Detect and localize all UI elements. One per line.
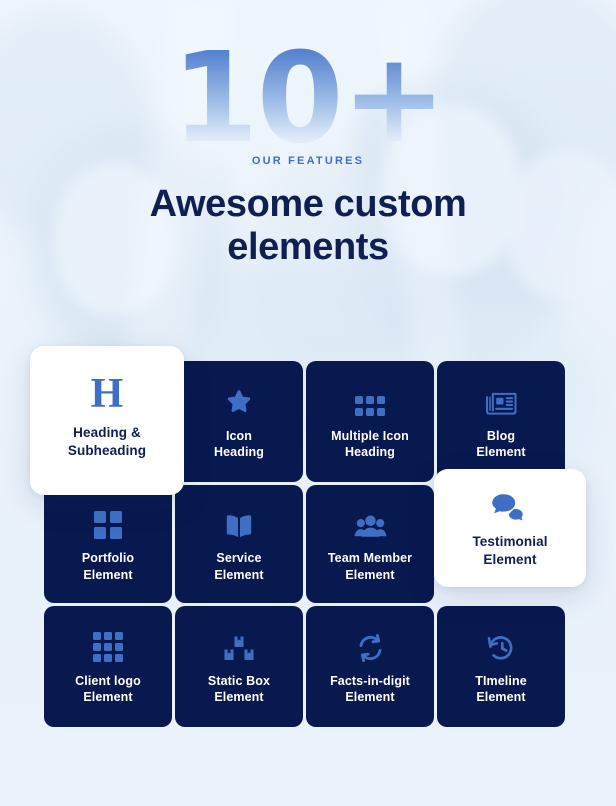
feature-card-label-line-2: Element	[483, 552, 537, 567]
clock-history-icon	[487, 628, 515, 662]
feature-card-facts-in-digit-element[interactable]: Facts-in-digit Element	[306, 606, 434, 727]
feature-card-service-element[interactable]: Service Element	[175, 485, 303, 603]
feature-card-multiple-icon-heading[interactable]: Multiple Icon Heading	[306, 361, 434, 482]
feature-card-row: Portfolio Element Service Element Team M…	[44, 469, 586, 603]
open-book-icon	[225, 505, 253, 539]
feature-card-label-line-2: Heading	[344, 445, 395, 459]
feature-card-label: Service Element	[208, 550, 269, 583]
feature-card-blog-element[interactable]: Blog Element	[437, 361, 565, 482]
feature-card-label: Portfolio Element	[76, 550, 140, 583]
feature-card-timeline-element[interactable]: TImeline Element	[437, 606, 565, 727]
feature-card-static-box-element[interactable]: Static Box Element	[175, 606, 303, 727]
page-title-line-2: elements	[227, 225, 389, 268]
people-group-icon	[354, 505, 387, 539]
feature-card-label: Blog Element	[470, 428, 531, 461]
section-eyebrow-label: OUR FEATURES	[251, 155, 365, 167]
feature-card-client-logo-element[interactable]: Client logo Element	[44, 606, 172, 727]
serif-h-letter-icon: H	[90, 371, 124, 418]
feature-card-label-line-2: Element	[214, 567, 264, 582]
feature-card-label-line-1: Blog	[486, 428, 516, 443]
feature-card-label-line-1: Facts-in-digit	[330, 673, 410, 688]
feature-card-label: Facts-in-digit Element	[324, 673, 416, 706]
page-title-line-1: Awesome custom	[149, 183, 467, 225]
feature-card-label-line-2: Element	[345, 690, 395, 704]
feature-card-label-line-1: Service	[216, 551, 262, 565]
feature-card-label-line-2: Element	[476, 690, 526, 704]
feature-card-label-line-2: Element	[83, 567, 133, 582]
feature-card-label: Heading & Subheading	[62, 424, 152, 460]
feature-card-label-line-2: Element	[476, 445, 526, 459]
feature-card-label-line-1: Icon	[225, 428, 253, 443]
feature-card-testimonial-element[interactable]: Testimonial Element	[434, 469, 586, 587]
newspaper-icon	[485, 383, 518, 417]
grid-2x2-icon	[94, 505, 122, 539]
feature-card-label-line-1: Multiple Icon	[331, 428, 409, 443]
feature-card-label: Client logo Element	[69, 673, 147, 706]
feature-card-grid: H Heading & Subheading Icon Heading Mult…	[30, 346, 586, 730]
feature-card-label-line-1: TImeline	[475, 673, 527, 688]
feature-card-label-line-2: Element	[83, 690, 133, 704]
star-icon	[224, 383, 254, 417]
feature-count-number: 10+	[0, 0, 616, 161]
feature-card-label: TImeline Element	[469, 673, 533, 706]
feature-card-label-line-1: Static Box	[207, 673, 271, 688]
feature-card-label-line-1: Team Member	[327, 551, 413, 565]
feature-card-heading-subheading[interactable]: H Heading & Subheading	[30, 346, 184, 495]
feature-card-icon-heading[interactable]: Icon Heading	[175, 361, 303, 482]
feature-card-label-line-2: Subheading	[67, 443, 147, 458]
feature-card-row: H Heading & Subheading Icon Heading Mult…	[30, 346, 570, 495]
hero-section: 10+ OUR FEATURES Awesome custom elements	[0, 0, 616, 268]
feature-card-team-member-element[interactable]: Team Member Element	[306, 485, 434, 603]
feature-card-label: Icon Heading	[208, 428, 270, 461]
feature-card-label-line-1: Heading &	[73, 425, 141, 441]
page-title: Awesome custom elements	[0, 183, 616, 268]
feature-card-label: Team Member Element	[322, 550, 418, 583]
dots-grid-3x2-icon	[354, 383, 386, 417]
feature-card-label-line-1: Portfolio	[81, 551, 135, 565]
refresh-sync-icon	[356, 628, 385, 662]
feature-card-portfolio-element[interactable]: Portfolio Element	[44, 485, 172, 603]
boxes-stack-icon	[224, 628, 254, 662]
speech-bubbles-icon	[492, 487, 528, 521]
feature-card-label: Multiple Icon Heading	[325, 428, 415, 461]
dots-grid-3x3-icon	[93, 628, 123, 662]
feature-card-label-line-1: Testimonial	[472, 534, 548, 550]
feature-card-label: Testimonial Element	[466, 533, 553, 569]
feature-card-label-line-2: Element	[214, 690, 264, 704]
feature-card-label-line-2: Heading	[213, 445, 264, 459]
feature-card-label-line-1: Client logo	[75, 673, 141, 688]
feature-card-label-line-2: Element	[345, 567, 395, 582]
feature-card-row: Client logo Element Static Box Element F…	[44, 606, 570, 727]
feature-card-label: Static Box Element	[202, 673, 276, 706]
